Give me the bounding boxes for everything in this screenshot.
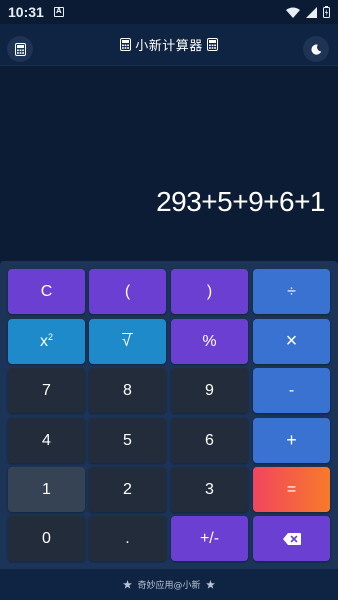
multiply-button[interactable]: × [253,319,330,364]
app-header: 小新计算器 [0,24,338,66]
footer: 奇妙应用@小新 [0,569,338,600]
minus-button[interactable]: - [253,368,330,413]
decimal-button[interactable]: . [89,516,166,561]
clear-button[interactable]: C [8,269,85,314]
keypad: C ( ) ÷ x2 √ % × 7 8 9 - 4 5 6 + 1 2 3 =… [0,261,338,569]
theme-toggle-button[interactable] [303,36,329,62]
right-paren-button[interactable]: ) [171,269,248,314]
digit-8-button[interactable]: 8 [89,368,166,413]
footer-text: 奇妙应用@小新 [137,581,201,591]
calculator-icon [120,38,132,51]
status-bar: 10:31 A [0,0,338,24]
calculator-icon [206,38,218,51]
app-title-text: 小新计算器 [135,39,203,54]
notification-icon: A [53,7,64,17]
signal-icon [306,6,317,18]
digit-2-button[interactable]: 2 [89,467,166,512]
moon-icon [310,44,321,55]
square-exponent: 2 [47,331,53,342]
calculator-display: 293+5+9+6+1 [0,66,338,260]
status-icons [286,6,330,18]
sign-toggle-button[interactable]: +/- [171,516,248,561]
digit-0-button[interactable]: 0 [8,516,85,561]
sqrt-label: √ [122,333,133,350]
digit-1-button[interactable]: 1 [8,467,85,512]
sqrt-button[interactable]: √ [89,319,166,364]
digit-3-button[interactable]: 3 [171,467,248,512]
divide-button[interactable]: ÷ [253,269,330,314]
wifi-icon [286,7,300,18]
star-icon [205,580,215,589]
battery-icon [323,6,330,18]
percent-button[interactable]: % [171,319,248,364]
backspace-icon [282,532,301,545]
digit-5-button[interactable]: 5 [89,418,166,463]
equals-button[interactable]: = [253,467,330,512]
square-button[interactable]: x2 [8,319,85,364]
calculator-icon [14,42,26,56]
star-icon [123,580,133,589]
expression-text: 293+5+9+6+1 [156,186,325,217]
backspace-button[interactable] [253,516,330,561]
digit-7-button[interactable]: 7 [8,368,85,413]
digit-9-button[interactable]: 9 [171,368,248,413]
plus-button[interactable]: + [253,418,330,463]
digit-4-button[interactable]: 4 [8,418,85,463]
calculator-menu-button[interactable] [7,36,33,62]
digit-6-button[interactable]: 6 [171,418,248,463]
page-title: 小新计算器 [120,35,218,54]
left-paren-button[interactable]: ( [89,269,166,314]
status-time: 10:31 [8,4,44,20]
square-label: x [39,332,48,350]
